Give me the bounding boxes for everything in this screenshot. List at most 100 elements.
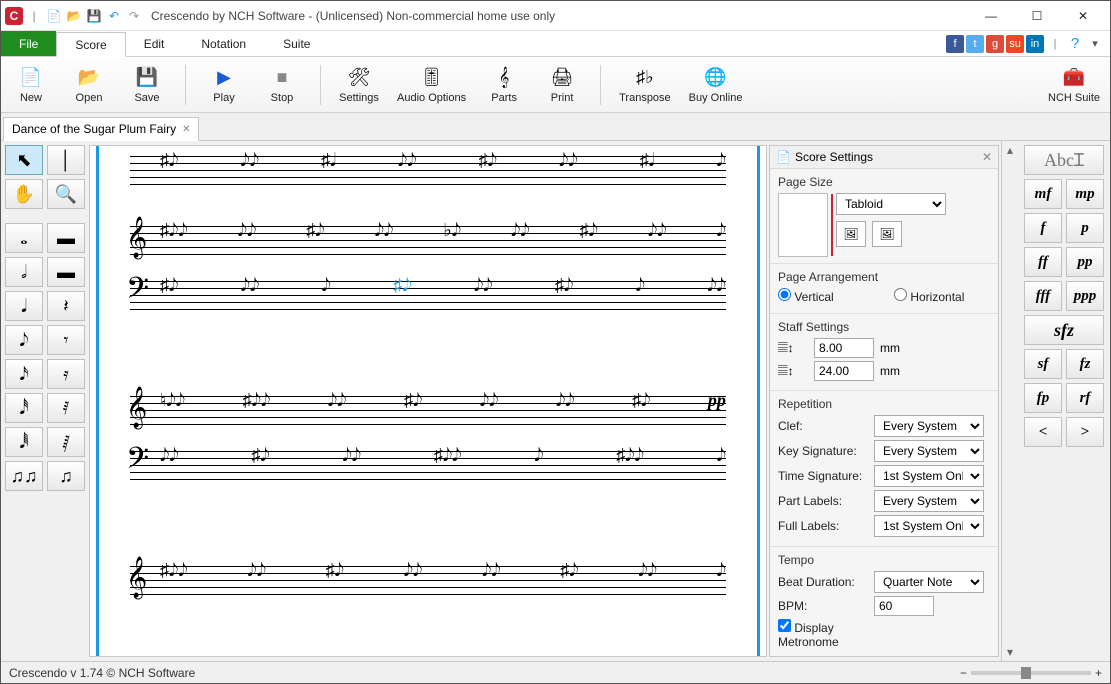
- zoom-tool[interactable]: 🔍: [47, 179, 85, 209]
- ppp-button[interactable]: ppp: [1066, 281, 1104, 311]
- half-note-tool[interactable]: 𝅗𝅥: [5, 257, 43, 287]
- minimize-button[interactable]: —: [968, 2, 1014, 30]
- stumble-icon[interactable]: su: [1006, 35, 1024, 53]
- pointer-tool[interactable]: ⬉: [5, 145, 43, 175]
- nch-suite-button[interactable]: 🧰NCH Suite: [1048, 66, 1100, 104]
- f-button[interactable]: f: [1024, 213, 1062, 243]
- bass-clef-icon: 𝄢: [126, 271, 149, 314]
- scroll-up-icon[interactable]: ▴: [1007, 143, 1013, 157]
- menu-notation[interactable]: Notation: [183, 31, 265, 56]
- horizontal-radio[interactable]: Horizontal: [894, 288, 984, 304]
- page-size-label: Page Size: [778, 175, 990, 189]
- google-icon[interactable]: g: [986, 35, 1004, 53]
- quarter-rest-tool[interactable]: 𝄽: [47, 291, 85, 321]
- barline-tool[interactable]: │: [47, 145, 85, 175]
- orientation-portrait-icon[interactable]: 🖼: [836, 221, 866, 247]
- tempo-label: Tempo: [778, 553, 990, 567]
- fulllabels-select[interactable]: 1st System Only: [874, 515, 984, 537]
- qat-sep: |: [25, 7, 43, 25]
- sixtyfourth-rest-tool[interactable]: 𝅁: [47, 427, 85, 457]
- scroll-down-icon[interactable]: ▾: [1007, 645, 1013, 659]
- qat-open-icon[interactable]: 📂: [65, 7, 83, 25]
- sfz-button[interactable]: sfz: [1024, 315, 1104, 345]
- fp-button[interactable]: fp: [1024, 383, 1062, 413]
- whole-rest-tool[interactable]: ▬: [47, 223, 85, 253]
- help-icon[interactable]: ?: [1066, 35, 1084, 53]
- buy-button[interactable]: 🌐Buy Online: [689, 66, 743, 104]
- new-button[interactable]: 📄New: [11, 66, 51, 104]
- menu-suite[interactable]: Suite: [265, 31, 329, 56]
- linkedin-icon[interactable]: in: [1026, 35, 1044, 53]
- open-button[interactable]: 📂Open: [69, 66, 109, 104]
- display-metronome-checkbox[interactable]: Display Metronome: [778, 619, 868, 649]
- panel-close-icon[interactable]: ✕: [982, 150, 992, 164]
- score-canvas[interactable]: ♯𝅘𝅥𝅮𝅘𝅥𝅮𝅘𝅥𝅮♯𝅘𝅥𝅘𝅥𝅮𝅘𝅥𝅮♯𝅘𝅥𝅮𝅘𝅥𝅮𝅘𝅥𝅮♯𝅘𝅥𝅘𝅥𝅮 𝄞 ♯𝅘…: [89, 145, 767, 657]
- qat-redo-icon[interactable]: ↷: [125, 7, 143, 25]
- sixtyfourth-note-tool[interactable]: 𝅘𝅥𝅱: [5, 427, 43, 457]
- audio-options-button[interactable]: 🎚Audio Options: [397, 66, 466, 104]
- parts-button[interactable]: 𝄞Parts: [484, 66, 524, 104]
- thirtysecond-note-tool[interactable]: 𝅘𝅥𝅰: [5, 393, 43, 423]
- staff-height-input[interactable]: [814, 338, 874, 358]
- rf-button[interactable]: rf: [1066, 383, 1104, 413]
- eighth-note-tool[interactable]: 𝅘𝅥𝅮: [5, 325, 43, 355]
- menu-edit[interactable]: Edit: [126, 31, 184, 56]
- ff-button[interactable]: ff: [1024, 247, 1062, 277]
- hand-tool[interactable]: ✋: [5, 179, 43, 209]
- settings-button[interactable]: 🛠Settings: [339, 66, 379, 104]
- vertical-scrollbar[interactable]: ▴ ▾: [1001, 141, 1018, 661]
- clef-select[interactable]: Every System: [874, 415, 984, 437]
- sixteenth-rest-tool[interactable]: 𝄿: [47, 359, 85, 389]
- mp-button[interactable]: mp: [1066, 179, 1104, 209]
- transpose-button[interactable]: ♯♭Transpose: [619, 66, 671, 104]
- twitter-icon[interactable]: t: [966, 35, 984, 53]
- crescendo-button[interactable]: <: [1024, 417, 1062, 447]
- menu-score[interactable]: Score: [56, 32, 125, 57]
- vertical-radio[interactable]: Vertical: [778, 288, 868, 304]
- help-dropdown-icon[interactable]: ▾: [1086, 35, 1104, 53]
- stop-icon: ■: [270, 66, 294, 90]
- close-button[interactable]: ✕: [1060, 2, 1106, 30]
- text-tool[interactable]: AbcꞮ: [1024, 145, 1104, 175]
- qat-new-icon[interactable]: 📄: [45, 7, 63, 25]
- zoom-in-icon[interactable]: +: [1095, 666, 1102, 680]
- qat-undo-icon[interactable]: ↶: [105, 7, 123, 25]
- tuplet-tool[interactable]: ♫♫: [5, 461, 43, 491]
- treble-clef-icon: 𝄞: [126, 386, 147, 429]
- orientation-landscape-icon[interactable]: 🖼: [872, 221, 902, 247]
- partlabels-select[interactable]: Every System: [874, 490, 984, 512]
- keysig-select[interactable]: Every System: [874, 440, 984, 462]
- page-size-select[interactable]: Tabloid: [836, 193, 946, 215]
- quarter-note-tool[interactable]: 𝅘𝅥: [5, 291, 43, 321]
- panel-icon: 📄: [776, 150, 791, 164]
- fff-button[interactable]: fff: [1024, 281, 1062, 311]
- stop-button[interactable]: ■Stop: [262, 66, 302, 104]
- mf-button[interactable]: mf: [1024, 179, 1062, 209]
- sf-button[interactable]: sf: [1024, 349, 1062, 379]
- maximize-button[interactable]: ☐: [1014, 2, 1060, 30]
- print-button[interactable]: 🖨Print: [542, 66, 582, 104]
- close-tab-icon[interactable]: ✕: [182, 124, 190, 135]
- facebook-icon[interactable]: f: [946, 35, 964, 53]
- timesig-select[interactable]: 1st System Only: [874, 465, 984, 487]
- zoom-slider[interactable]: [971, 671, 1091, 675]
- fz-button[interactable]: fz: [1066, 349, 1104, 379]
- save-button[interactable]: 💾Save: [127, 66, 167, 104]
- decrescendo-button[interactable]: >: [1066, 417, 1104, 447]
- document-tab[interactable]: Dance of the Sugar Plum Fairy ✕: [3, 117, 199, 141]
- thirtysecond-rest-tool[interactable]: 𝅀: [47, 393, 85, 423]
- pp-button[interactable]: pp: [1066, 247, 1104, 277]
- whole-note-tool[interactable]: 𝅝: [5, 223, 43, 253]
- p-button[interactable]: p: [1066, 213, 1104, 243]
- play-button[interactable]: ▶Play: [204, 66, 244, 104]
- eighth-rest-tool[interactable]: 𝄾: [47, 325, 85, 355]
- qat-save-icon[interactable]: 💾: [85, 7, 103, 25]
- sixteenth-note-tool[interactable]: 𝅘𝅥𝅯: [5, 359, 43, 389]
- bpm-input[interactable]: [874, 596, 934, 616]
- staff-spacing-input[interactable]: [814, 361, 874, 381]
- menu-file[interactable]: File: [1, 31, 56, 56]
- beam-tool[interactable]: ♫: [47, 461, 85, 491]
- zoom-out-icon[interactable]: −: [960, 666, 967, 680]
- beat-duration-select[interactable]: Quarter Note: [874, 571, 984, 593]
- half-rest-tool[interactable]: ▬: [47, 257, 85, 287]
